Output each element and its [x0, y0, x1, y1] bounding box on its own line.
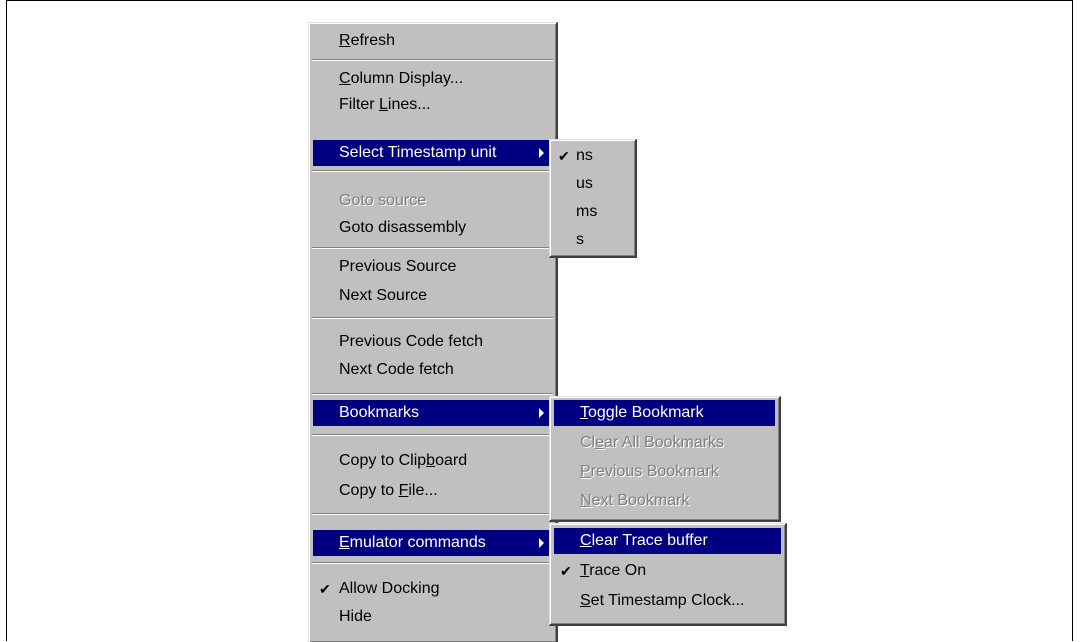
menu-item-unit-us[interactable]: us	[554, 171, 631, 197]
menu-item-unit-s[interactable]: s	[554, 227, 631, 253]
menu-separator	[312, 59, 553, 61]
menu-item-next-code-fetch[interactable]: Next Code fetch	[313, 357, 552, 383]
submenu-arrow-icon	[539, 538, 544, 548]
menu-item-toggle-bookmark[interactable]: Toggle Bookmark	[554, 400, 775, 426]
menu-item-copy-to-file[interactable]: Copy to File...	[313, 478, 552, 504]
submenu-arrow-icon	[539, 148, 544, 158]
menu-separator	[312, 393, 553, 395]
menu-item-bookmarks[interactable]: Bookmarks	[313, 400, 552, 426]
menu-item-unit-ns[interactable]: ✔ ns	[554, 143, 631, 169]
menu-item-unit-ms[interactable]: ms	[554, 199, 631, 225]
menu-item-allow-docking[interactable]: ✔ Allow Docking	[313, 576, 552, 602]
menu-item-emulator-commands[interactable]: Emulator commands	[313, 530, 552, 556]
emulator-commands-submenu: Clear Trace buffer ✔ Trace On Set Timest…	[549, 523, 787, 626]
menu-item-refresh[interactable]: Refresh	[313, 28, 552, 54]
menu-item-clear-trace-buffer[interactable]: Clear Trace buffer	[554, 528, 781, 554]
bookmarks-submenu: Toggle Bookmark Clear All Bookmarks Prev…	[549, 396, 781, 522]
menu-item-select-timestamp-unit[interactable]: Select Timestamp unit	[313, 140, 552, 166]
menu-item-next-source[interactable]: Next Source	[313, 283, 552, 309]
menu-item-column-display[interactable]: Column Display...	[313, 66, 552, 92]
menu-item-copy-to-clipboard[interactable]: Copy to Clipboard	[313, 448, 552, 474]
checkmark-icon: ✔	[558, 148, 570, 164]
menu-item-hide[interactable]: Hide	[313, 604, 552, 630]
menu-separator	[312, 513, 553, 515]
menu-item-goto-disassembly[interactable]: Goto disassembly	[313, 215, 552, 241]
menu-separator	[312, 247, 553, 249]
menu-item-clear-all-bookmarks: Clear All Bookmarks	[580, 434, 725, 451]
menu-item-next-bookmark: Next Bookmark	[580, 492, 690, 509]
menu-item-filter-lines[interactable]: Filter Lines...	[313, 92, 552, 118]
menu-item-set-timestamp-clock[interactable]: Set Timestamp Clock...	[554, 588, 781, 614]
menu-separator	[312, 562, 553, 564]
checkmark-icon: ✔	[319, 581, 331, 597]
menu-item-previous-code-fetch[interactable]: Previous Code fetch	[313, 329, 552, 355]
menu-item-goto-source: Goto source	[339, 192, 427, 209]
menu-item-previous-bookmark: Previous Bookmark	[580, 463, 719, 480]
checkmark-icon: ✔	[560, 563, 572, 579]
menu-separator	[312, 170, 553, 172]
menu-item-previous-source[interactable]: Previous Source	[313, 254, 552, 280]
menu-separator	[312, 317, 553, 319]
menu-separator	[312, 434, 553, 436]
menu-item-trace-on[interactable]: ✔ Trace On	[554, 558, 781, 584]
timestamp-unit-submenu: ✔ ns us ms s	[549, 139, 637, 258]
submenu-arrow-icon	[539, 408, 544, 418]
context-menu: Refresh Column Display... Filter Lines..…	[308, 22, 558, 642]
